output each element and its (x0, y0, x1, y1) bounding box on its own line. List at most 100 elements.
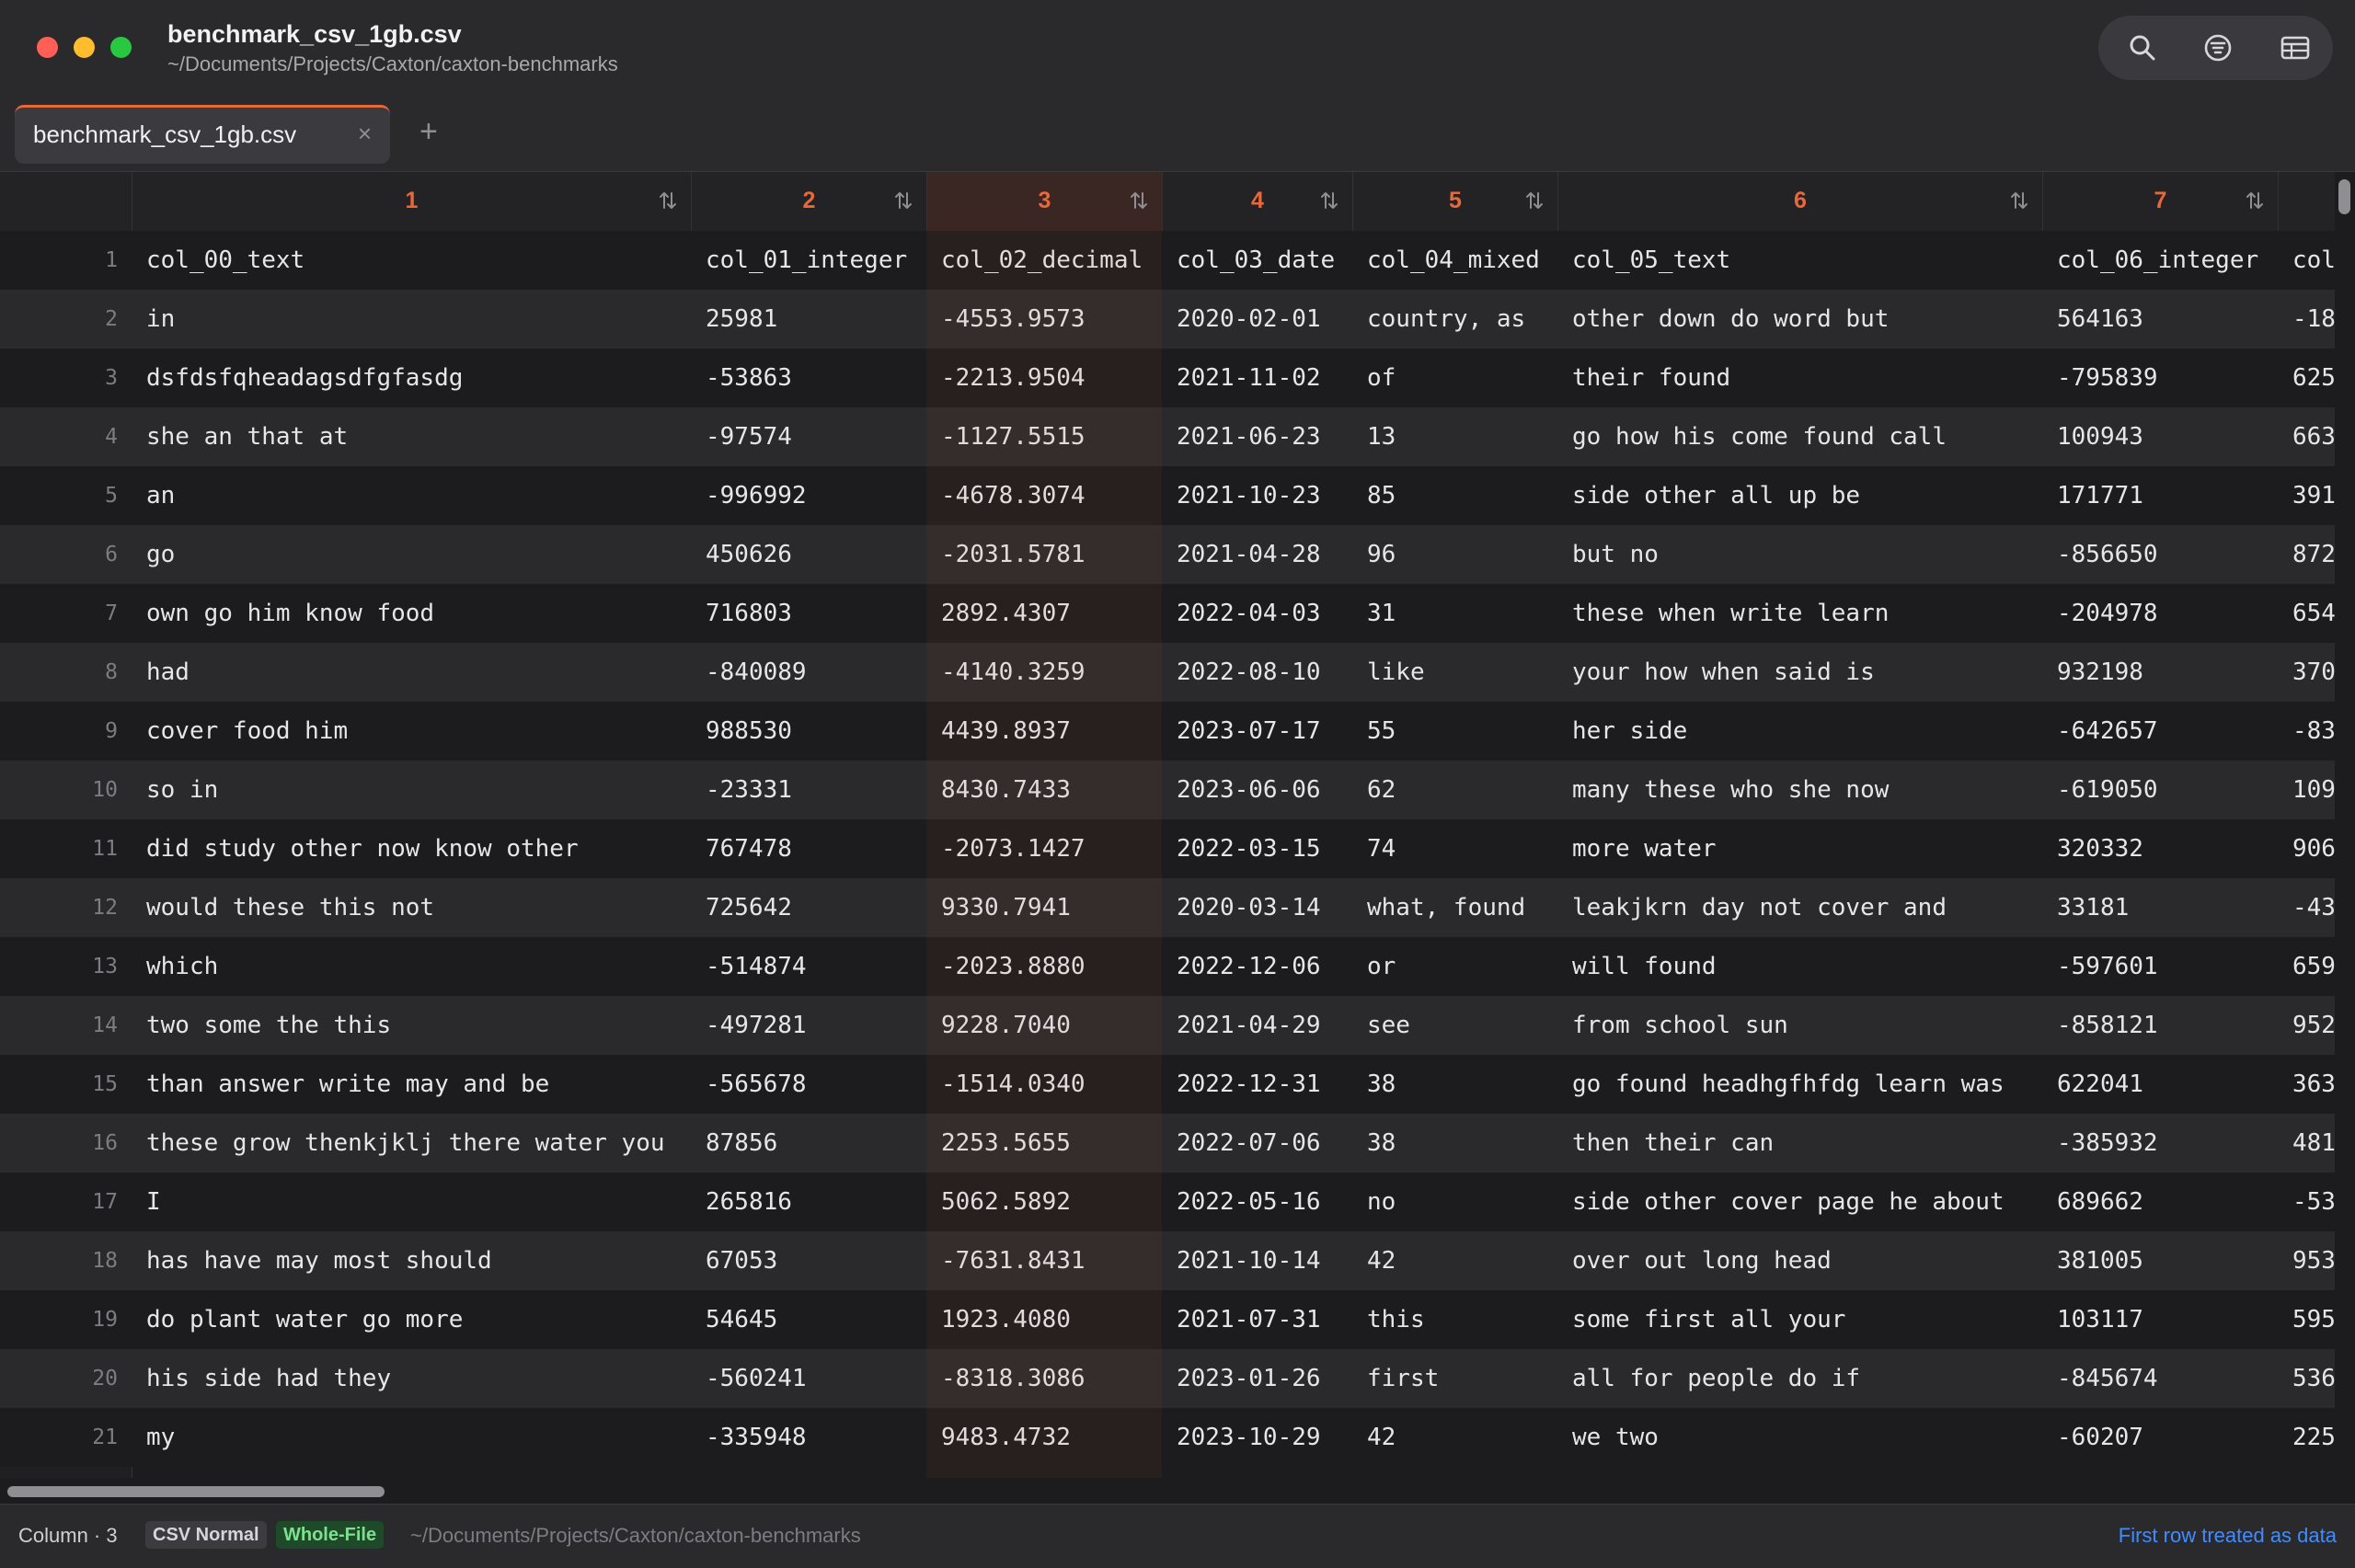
table-cell[interactable]: this (1352, 1290, 1557, 1349)
table-cell[interactable]: 265816 (691, 1173, 926, 1231)
table-row[interactable]: 2 in 25981 -4553.9573 2020-02-01 country, as o… (0, 290, 2355, 349)
table-cell[interactable]: -335948 (691, 1408, 926, 1467)
first-row-setting-link[interactable]: First row treated as data (2119, 1524, 2337, 1548)
table-cell[interactable]: 13 (1352, 407, 1557, 466)
table-cell[interactable]: his side had they (132, 1349, 691, 1408)
table-cell[interactable]: 2021-04-29 (1162, 996, 1352, 1055)
vertical-scrollbar[interactable] (2335, 172, 2355, 1478)
table-row[interactable]: 20 his side had they -560241 -8318.3086 2023… (0, 1349, 2355, 1408)
table-cell[interactable]: col_05_text (1557, 231, 2042, 290)
table-cell[interactable]: many these who she now (1557, 761, 2042, 819)
table-cell[interactable]: my (132, 1408, 691, 1467)
table-cell[interactable]: 988530 (691, 702, 926, 761)
table-cell[interactable]: 2021-10-23 (1162, 466, 1352, 525)
table-cell[interactable]: -60207 (2042, 1408, 2278, 1467)
table-cell[interactable]: -560241 (691, 1349, 926, 1408)
table-cell[interactable]: -2073.1427 (926, 819, 1162, 878)
table-row[interactable]: 14 two some the this -497281 9228.7040 2021-… (0, 996, 2355, 1055)
table-cell[interactable]: 67053 (691, 1231, 926, 1290)
table-cell[interactable]: your how when said is (1557, 643, 2042, 702)
table-cell[interactable]: 2020-02-01 (1162, 290, 1352, 349)
table-cell[interactable]: 2021-11-02 (1162, 349, 1352, 407)
table-cell[interactable]: 42 (1352, 1231, 1557, 1290)
table-layout-icon[interactable] (2279, 31, 2312, 64)
column-header-1[interactable]: 1 (132, 172, 691, 231)
table-cell[interactable]: other down do word but (1557, 290, 2042, 349)
table-cell[interactable]: 4439.8937 (926, 702, 1162, 761)
scope-badge[interactable]: Whole-File (276, 1521, 385, 1549)
mode-badge[interactable]: CSV Normal (145, 1521, 267, 1549)
table-cell[interactable]: 9330.7941 (926, 878, 1162, 937)
table-cell[interactable]: go how his come found call (1557, 407, 2042, 466)
sort-icon[interactable] (1129, 189, 1149, 212)
horizontal-scrollbar[interactable] (0, 1478, 2355, 1504)
table-cell[interactable]: -23331 (691, 761, 926, 819)
table-cell[interactable]: country, as (1352, 290, 1557, 349)
table-cell[interactable]: first (1352, 1349, 1557, 1408)
table-cell[interactable]: 2022-07-06 (1162, 1114, 1352, 1173)
table-cell[interactable]: -385932 (2042, 1114, 2278, 1173)
table-cell[interactable]: -1127.5515 (926, 407, 1162, 466)
table-cell[interactable]: col_04_mixed (1352, 231, 1557, 290)
sort-icon[interactable] (658, 189, 678, 212)
table-cell[interactable]: 716803 (691, 584, 926, 643)
table-cell[interactable]: 2021-04-28 (1162, 525, 1352, 584)
table-cell[interactable]: which (132, 937, 691, 996)
table-cell[interactable]: these grow thenkjklj there water you (132, 1114, 691, 1173)
table-cell[interactable]: 2022-04-03 (1162, 584, 1352, 643)
table-cell[interactable]: go (132, 525, 691, 584)
table-cell[interactable]: -845674 (2042, 1349, 2278, 1408)
table-cell[interactable]: 2021-10-14 (1162, 1231, 1352, 1290)
table-cell[interactable]: 9483.4732 (926, 1408, 1162, 1467)
table-cell[interactable]: 100943 (2042, 407, 2278, 466)
table-cell[interactable]: -795839 (2042, 349, 2278, 407)
minimize-window-button[interactable] (74, 37, 95, 58)
table-cell[interactable]: 87856 (691, 1114, 926, 1173)
table-row[interactable]: 13 which -514874 -2023.8880 2022-12-06 or will… (0, 937, 2355, 996)
table-cell[interactable]: -4678.3074 (926, 466, 1162, 525)
table-row[interactable]: 11 did study other now know other 767478 -2… (0, 819, 2355, 878)
table-cell[interactable]: -204978 (2042, 584, 2278, 643)
table-cell[interactable]: 2023-07-17 (1162, 702, 1352, 761)
table-row[interactable]: 21 my -335948 9483.4732 2023-10-29 42 we two -6… (0, 1408, 2355, 1467)
table-row[interactable]: 6 go 450626 -2031.5781 2021-04-28 96 but no -85… (0, 525, 2355, 584)
table-cell[interactable]: dsfdsfqheadagsdfgfasdg (132, 349, 691, 407)
table-cell[interactable]: go found headhgfhfdg learn was (1557, 1055, 2042, 1114)
table-cell[interactable]: col_01_integer (691, 231, 926, 290)
table-cell[interactable]: side other all up be (1557, 466, 2042, 525)
tab-close-icon[interactable]: × (358, 120, 372, 147)
table-cell[interactable]: like (1352, 643, 1557, 702)
table-cell[interactable]: had (132, 643, 691, 702)
table-cell[interactable]: 9228.7040 (926, 996, 1162, 1055)
filter-icon[interactable] (2201, 31, 2234, 64)
table-cell[interactable]: 171771 (2042, 466, 2278, 525)
table-row[interactable]: 1 col_00_text col_01_integer col_02_decimal… (0, 231, 2355, 290)
table-cell[interactable]: than answer write may and be (132, 1055, 691, 1114)
table-cell[interactable]: 54645 (691, 1290, 926, 1349)
table-cell[interactable]: 85 (1352, 466, 1557, 525)
table-cell[interactable]: 74 (1352, 819, 1557, 878)
table-cell[interactable]: -856650 (2042, 525, 2278, 584)
table-cell[interactable]: 2020-03-14 (1162, 878, 1352, 937)
table-row[interactable]: 5 an -996992 -4678.3074 2021-10-23 85 side oth… (0, 466, 2355, 525)
table-cell[interactable]: more water (1557, 819, 2042, 878)
table-cell[interactable]: 689662 (2042, 1173, 2278, 1231)
table-cell[interactable]: she an that at (132, 407, 691, 466)
table-cell[interactable]: -497281 (691, 996, 926, 1055)
table-cell[interactable]: 450626 (691, 525, 926, 584)
table-cell[interactable]: col_03_date (1162, 231, 1352, 290)
table-cell[interactable]: of (1352, 349, 1557, 407)
table-cell[interactable]: over out long head (1557, 1231, 2042, 1290)
table-cell[interactable]: -8318.3086 (926, 1349, 1162, 1408)
table-cell[interactable]: cover food him (132, 702, 691, 761)
vertical-scroll-thumb[interactable] (2338, 179, 2350, 214)
zoom-window-button[interactable] (110, 37, 132, 58)
table-cell[interactable]: 62 (1352, 761, 1557, 819)
table-cell[interactable]: no (1352, 1173, 1557, 1231)
table-cell[interactable]: -840089 (691, 643, 926, 702)
table-cell[interactable]: 381005 (2042, 1231, 2278, 1290)
column-header-5[interactable]: 5 (1352, 172, 1557, 231)
search-icon[interactable] (2126, 31, 2159, 64)
sort-icon[interactable] (2009, 189, 2029, 212)
table-cell[interactable]: -4140.3259 (926, 643, 1162, 702)
